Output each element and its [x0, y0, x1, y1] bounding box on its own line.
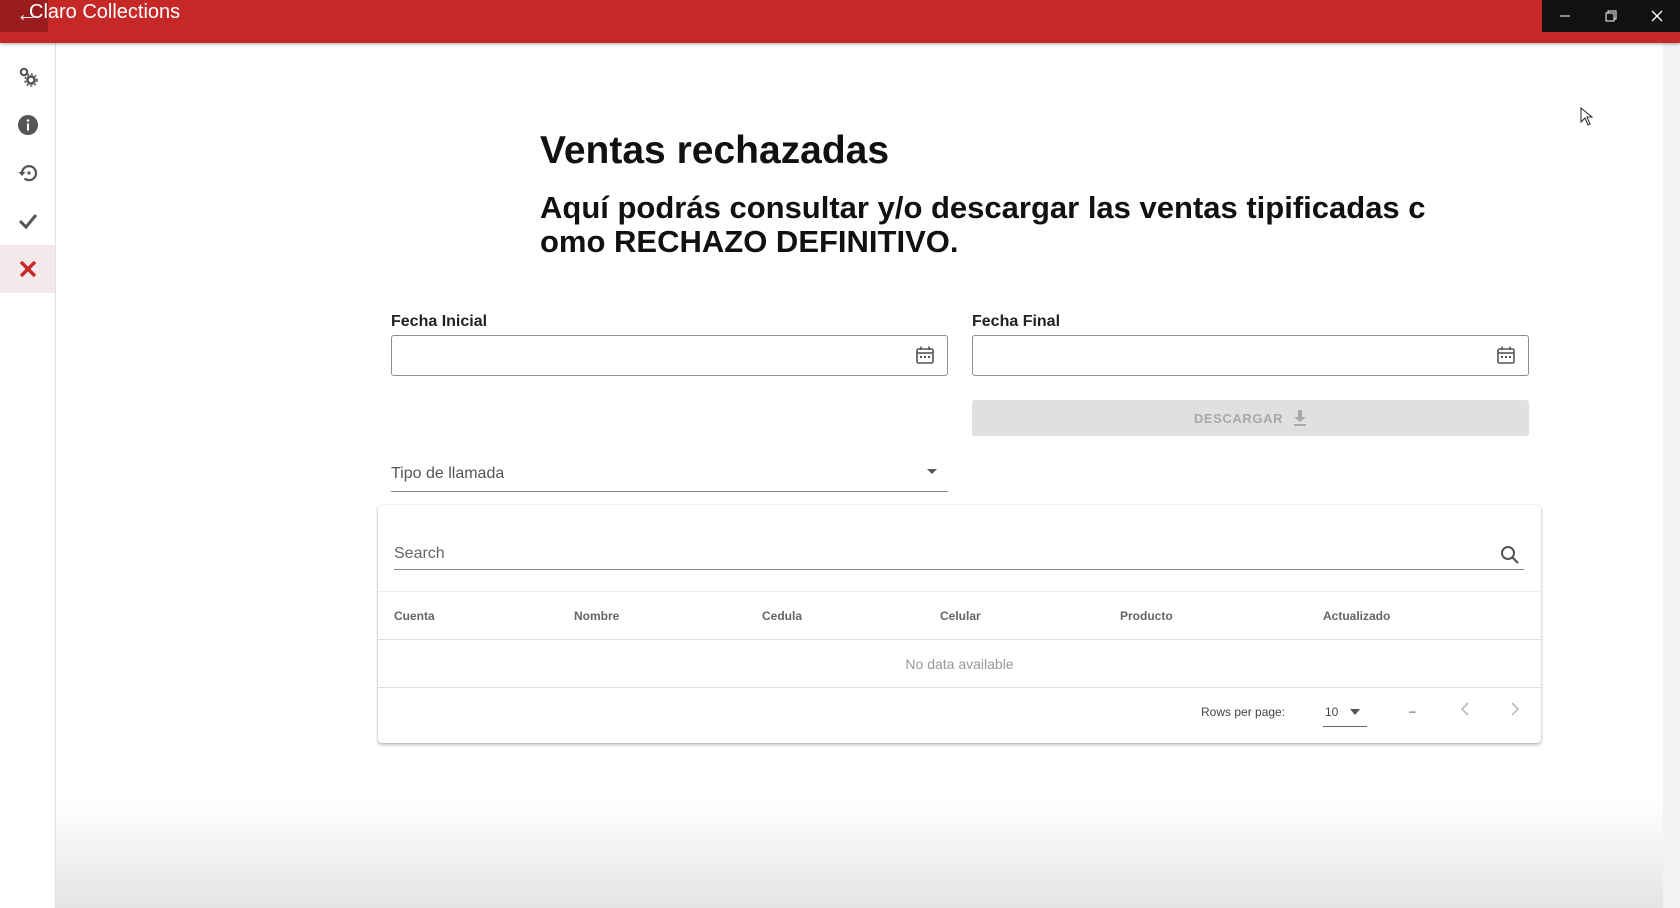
column-header-celular[interactable]: Celular: [940, 609, 981, 623]
tipo-llamada-underline: [391, 491, 948, 492]
rows-per-page-label: Rows per page:: [1201, 705, 1286, 719]
sidebar-item-info[interactable]: [0, 101, 55, 149]
data-table-card: Search Cuenta Nombre Cedula Celular Prod…: [378, 505, 1541, 743]
fecha-inicial-field[interactable]: [391, 335, 948, 376]
page-subtitle: Aquí podrás consultar y/o descargar las …: [540, 190, 1426, 259]
settings-gears-icon: [19, 67, 38, 87]
mouse-cursor-icon: [1580, 107, 1594, 126]
fecha-final-label: Fecha Final: [972, 313, 1061, 330]
chevron-down-icon[interactable]: [926, 467, 938, 475]
table-header: Cuenta Nombre Cedula Celular Producto Ac…: [378, 591, 1541, 640]
download-button[interactable]: DESCARGAR: [972, 400, 1529, 436]
minimize-icon: [1560, 15, 1570, 17]
scrollbar[interactable]: [1663, 43, 1680, 908]
column-header-cuenta[interactable]: Cuenta: [394, 609, 435, 623]
restore-icon: [1605, 10, 1617, 22]
app-title: Claro Collections: [29, 1, 181, 23]
table-empty-message: No data available: [378, 640, 1541, 688]
fecha-final-field[interactable]: [972, 335, 1529, 376]
bottom-fade: [56, 800, 1663, 908]
column-header-actualizado[interactable]: Actualizado: [1323, 609, 1390, 623]
sidebar-item-rejected[interactable]: [0, 245, 55, 293]
title-bar: ← Claro Collections: [0, 0, 1680, 43]
close-window-button[interactable]: [1634, 0, 1680, 32]
sidebar-item-approved[interactable]: [0, 197, 55, 245]
search-icon[interactable]: [1500, 545, 1520, 565]
column-header-nombre[interactable]: Nombre: [574, 609, 619, 623]
history-icon: [18, 165, 37, 182]
window-controls: [1542, 0, 1680, 32]
page-range: –: [1409, 704, 1416, 718]
download-label: DESCARGAR: [1193, 410, 1284, 426]
main-content: Ventas rechazadas Aquí podrás consultar …: [56, 43, 1663, 908]
tipo-llamada-select[interactable]: Tipo de llamada: [391, 465, 504, 483]
search-underline: [394, 569, 1524, 570]
fecha-inicial-label: Fecha Inicial: [391, 313, 488, 330]
chevron-right-icon[interactable]: [1510, 701, 1520, 717]
rows-per-page-underline: [1323, 726, 1367, 727]
page-title: Ventas rechazadas: [540, 129, 890, 172]
column-header-producto[interactable]: Producto: [1120, 609, 1173, 623]
sidebar-item-history[interactable]: [0, 149, 55, 197]
check-icon: [18, 214, 37, 230]
search-input[interactable]: Search: [394, 545, 445, 563]
download-icon: [1294, 410, 1307, 426]
column-header-cedula[interactable]: Cedula: [762, 609, 802, 623]
chevron-down-icon[interactable]: [1350, 709, 1360, 715]
info-icon: [17, 115, 38, 135]
restore-button[interactable]: [1588, 0, 1634, 32]
calendar-icon[interactable]: [915, 345, 935, 365]
sidebar: [0, 43, 56, 908]
chevron-left-icon[interactable]: [1460, 701, 1470, 717]
minimize-button[interactable]: [1542, 0, 1588, 32]
close-window-icon: [1651, 10, 1663, 22]
close-icon: [19, 260, 36, 278]
calendar-icon[interactable]: [1496, 345, 1516, 365]
sidebar-item-settings[interactable]: [0, 53, 55, 101]
rows-per-page-select[interactable]: 10: [1325, 705, 1338, 719]
